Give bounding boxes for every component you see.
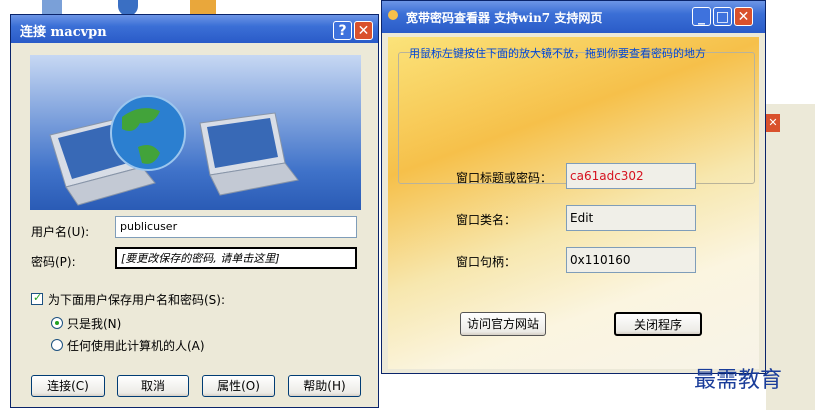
hint-text: 用鼠标左键按住下面的放大镜不放，拖到你要查看密码的地方 (409, 47, 706, 60)
watermark-text: 最需教育 (694, 368, 783, 393)
dialog-title: 宽带密码查看器 支持win7 支持网页 (406, 11, 603, 25)
connect-button[interactable]: 连接(C) (31, 375, 105, 397)
help-button[interactable]: 帮助(H) (288, 375, 361, 397)
title-or-password-field[interactable]: ca61adc302 (566, 163, 696, 189)
maximize-icon[interactable]: □ (713, 7, 732, 26)
username-field[interactable]: publicuser (115, 216, 357, 238)
minimize-icon[interactable]: _ (692, 7, 711, 26)
visit-website-button[interactable]: 访问官方网站 (460, 312, 546, 336)
network-banner (30, 55, 361, 210)
close-icon[interactable]: ✕ (354, 21, 373, 40)
class-name-label: 窗口类名： (456, 213, 517, 227)
save-credentials-label: 为下面用户保存用户名和密码(S): (48, 293, 226, 307)
handle-label: 窗口句柄： (456, 255, 517, 269)
globe-laptops-illustration (49, 95, 299, 206)
dialog-title: 连接 macvpn (20, 25, 107, 40)
radio-only-me-label: 只是我(N) (67, 317, 122, 331)
help-icon[interactable]: ? (333, 21, 352, 40)
title-bar[interactable]: 宽带密码查看器 支持win7 支持网页 _ □ ✕ (382, 1, 765, 33)
username-label: 用户名(U): (31, 225, 90, 239)
handle-field[interactable]: 0x110160 (566, 247, 696, 273)
class-name-field[interactable]: Edit (566, 205, 696, 231)
title-bar[interactable]: 连接 macvpn ? ✕ (11, 15, 378, 43)
radio-dot-icon (55, 321, 59, 325)
save-credentials-checkbox[interactable]: ✓ (31, 291, 43, 305)
connect-dialog: 连接 macvpn ? ✕ 用户名(U): publicuser 密码(P): … (10, 14, 379, 408)
radio-only-me[interactable] (51, 317, 63, 329)
viewer-panel: 用鼠标左键按住下面的放大镜不放，拖到你要查看密码的地方 窗口标题或密码： ca6… (388, 37, 759, 369)
properties-button[interactable]: 属性(O) (202, 375, 275, 397)
app-icon (388, 10, 398, 20)
password-label: 密码(P): (31, 255, 76, 269)
radio-anyone[interactable] (51, 339, 63, 351)
close-icon[interactable]: ✕ (766, 114, 780, 132)
checkmark-icon: ✓ (33, 291, 43, 304)
password-viewer-dialog: 宽带密码查看器 支持win7 支持网页 _ □ ✕ 用鼠标左键按住下面的放大镜不… (381, 0, 766, 374)
cancel-button[interactable]: 取消 (117, 375, 189, 397)
password-field[interactable]: [要更改保存的密码, 请单击这里] (115, 247, 357, 269)
close-program-button[interactable]: 关闭程序 (614, 312, 702, 336)
radio-anyone-label: 任何使用此计算机的人(A) (67, 339, 205, 353)
title-or-password-label: 窗口标题或密码： (456, 171, 553, 185)
close-icon[interactable]: ✕ (734, 7, 753, 26)
